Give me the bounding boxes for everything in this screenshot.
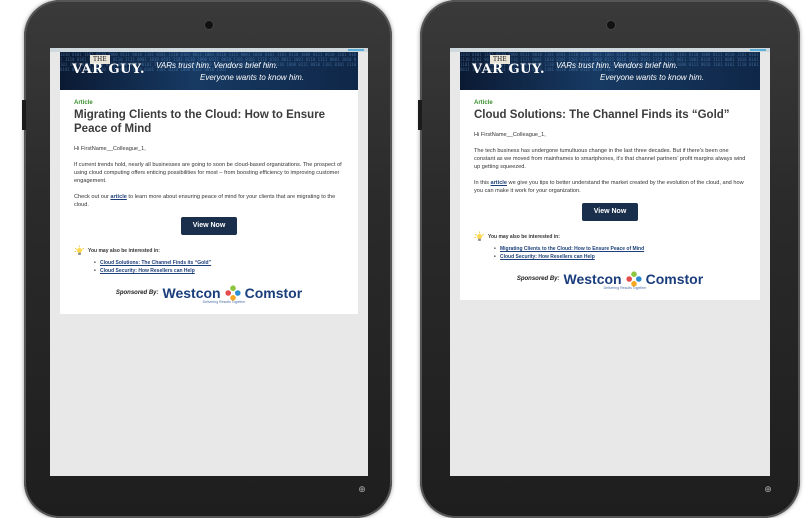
sponsored-by-label: Sponsored By:	[115, 290, 159, 296]
westcon-logo: Westcon	[162, 285, 221, 301]
related-link[interactable]: Cloud Solutions: The Channel Finds its “…	[94, 259, 344, 267]
view-now-button[interactable]: View Now	[582, 203, 638, 221]
article-title: Cloud Solutions: The Channel Finds its “…	[474, 109, 730, 121]
status-indicator	[750, 49, 766, 51]
related-links: Migrating Clients to the Cloud: How to E…	[494, 245, 746, 261]
article-title: Migrating Clients to the Cloud: How to E…	[74, 109, 326, 135]
var-guy-logo: VAR GUY.	[72, 62, 146, 77]
var-guy-banner: 1010 0101 1101 0110 1000 0111 0010 1101 …	[460, 52, 760, 90]
related-link[interactable]: Cloud Security: How Resellers can Help	[94, 267, 344, 275]
comstor-flower-icon	[625, 271, 642, 287]
tablet-left: 1010 0101 1101 0110 1000 0111 0010 1101 …	[22, 0, 392, 518]
interest-heading: You may also be interested in:	[474, 231, 746, 242]
greeting: Hi FirstName__Colleague_1,	[474, 132, 546, 138]
article-link[interactable]: article	[490, 180, 506, 186]
comstor-logo: Comstor	[645, 271, 704, 287]
sponsor-block: Sponsored By: Westcon Comstor	[74, 285, 344, 301]
lightbulb-icon	[74, 245, 85, 255]
sponsored-by-label: Sponsored By:	[516, 276, 560, 282]
banner-tagline-2: Everyone wants to know him.	[200, 73, 305, 82]
article-link[interactable]: article	[110, 194, 126, 200]
camera-icon	[606, 20, 616, 30]
cta-text-before: In this	[474, 180, 491, 186]
lightbulb-icon	[474, 231, 485, 241]
cta-text-before: Check out our	[74, 194, 111, 200]
greeting: Hi FirstName__Colleague_1,	[74, 146, 146, 152]
sponsor-tagline: Delivering Results Together	[603, 286, 647, 290]
interest-label: You may also be interested in:	[88, 247, 160, 254]
cta-paragraph: Check out our article to learn more abou…	[74, 193, 344, 209]
banner-tagline-1: VARs trust him. Vendors brief him.	[156, 61, 278, 70]
banner-tagline-1: VARs trust him. Vendors brief him.	[556, 61, 678, 70]
westcon-logo: Westcon	[563, 271, 622, 287]
intro-paragraph: If current trends hold, nearly all busin…	[74, 162, 342, 184]
email-body: 1010 0101 1101 0110 1000 0111 0010 1101 …	[460, 52, 760, 300]
intro-paragraph: The tech business has undergone tumultuo…	[474, 148, 746, 170]
related-link[interactable]: Cloud Security: How Resellers can Help	[494, 253, 746, 261]
camera-icon	[204, 20, 214, 30]
comstor-logo: Comstor	[244, 285, 303, 301]
article-label: Article	[474, 100, 493, 106]
home-button-icon[interactable]: ⊕	[358, 486, 366, 495]
banner-tagline-2: Everyone wants to know him.	[600, 73, 705, 82]
related-links: Cloud Solutions: The Channel Finds its “…	[94, 259, 344, 275]
tablet-screen: 1010 0101 1101 0110 1000 0111 0010 1101 …	[450, 48, 770, 476]
tablet-right: 1010 0101 1101 0110 1000 0111 0010 1101 …	[418, 0, 800, 518]
related-link[interactable]: Migrating Clients to the Cloud: How to E…	[494, 245, 746, 253]
interest-label: You may also be interested in:	[488, 233, 560, 240]
side-button	[22, 100, 26, 130]
interest-heading: You may also be interested in:	[74, 245, 344, 256]
sponsor-tagline: Delivering Results Together	[202, 300, 246, 304]
status-indicator	[348, 49, 364, 51]
email-body: 1010 0101 1101 0110 1000 0111 0010 1101 …	[60, 52, 358, 314]
comstor-flower-icon	[224, 285, 241, 301]
tablet-screen: 1010 0101 1101 0110 1000 0111 0010 1101 …	[50, 48, 368, 476]
home-button-icon[interactable]: ⊕	[764, 486, 772, 495]
cta-paragraph: In this article we give you tips to bett…	[474, 179, 746, 195]
side-button	[418, 100, 422, 130]
var-guy-logo: VAR GUY.	[472, 62, 546, 77]
view-now-button[interactable]: View Now	[181, 217, 237, 235]
sponsor-block: Sponsored By: Westcon Comstor	[474, 271, 746, 287]
cta-text-after: we give you tips to better understand th…	[474, 180, 744, 194]
article-label: Article	[74, 100, 93, 106]
var-guy-banner: 1010 0101 1101 0110 1000 0111 0010 1101 …	[60, 52, 358, 90]
